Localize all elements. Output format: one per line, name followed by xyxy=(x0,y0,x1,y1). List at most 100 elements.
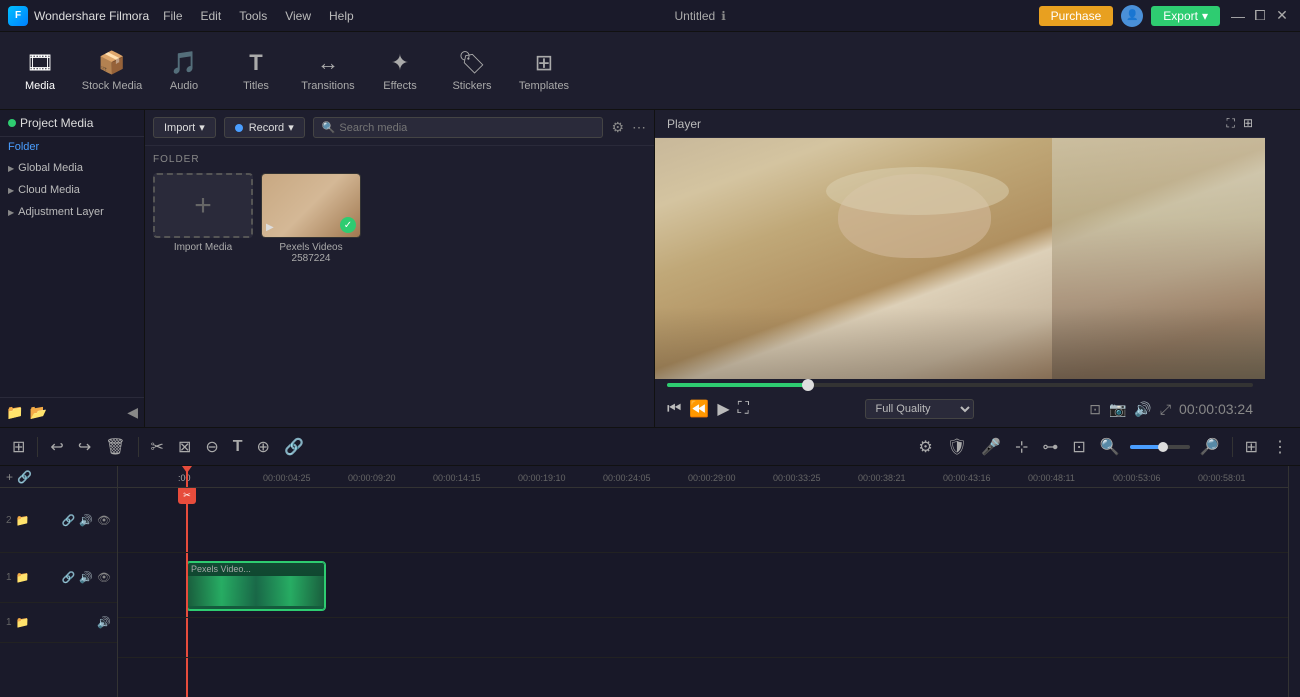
tree-adjustment-layer[interactable]: ▶ Adjustment Layer xyxy=(0,201,144,223)
tl-settings-button[interactable]: ⚙ xyxy=(914,435,936,459)
tree-cloud-media[interactable]: ▶ Cloud Media xyxy=(0,179,144,201)
zoom-slider[interactable] xyxy=(1130,445,1190,449)
ruler[interactable]: :00 00:00:04:25 00:00:09:20 00:00:14:15 … xyxy=(118,466,1288,488)
info-icon[interactable]: ℹ xyxy=(721,9,726,23)
tl-mic-button[interactable]: 🎤 xyxy=(977,435,1005,459)
tl-undo-button[interactable]: ↩ xyxy=(46,435,67,459)
track-mute2-icon[interactable]: 🔊 xyxy=(79,571,93,584)
track-eye2-icon[interactable]: 👁 xyxy=(97,571,111,584)
player-progress[interactable] xyxy=(655,379,1265,391)
tl-split-button[interactable]: ⊶ xyxy=(1038,435,1062,459)
new-folder-icon[interactable]: 📁 xyxy=(6,404,23,421)
tl-more-button[interactable]: ⋮ xyxy=(1268,435,1292,459)
clip-thumbnail-strip xyxy=(187,576,325,606)
project-media-header: Project Media xyxy=(0,110,144,137)
tl-separator xyxy=(37,437,38,457)
tl-audio-button[interactable]: ⊕ xyxy=(253,435,274,459)
skip-back-button[interactable]: ⏮ xyxy=(667,400,681,418)
tl-transform-button[interactable]: ⊖ xyxy=(201,435,222,459)
toolbar-titles[interactable]: T Titles xyxy=(220,36,292,106)
track-mute-icon[interactable]: 🔊 xyxy=(79,514,93,527)
step-back-button[interactable]: ⏪ xyxy=(689,399,709,419)
toolbar-stickers[interactable]: 🏷 Stickers xyxy=(436,36,508,106)
screenshot-icon[interactable]: 📷 xyxy=(1109,401,1126,418)
menu-help[interactable]: Help xyxy=(321,7,362,25)
search-input[interactable] xyxy=(339,122,594,134)
tl-grid-button[interactable]: ⊞ xyxy=(1241,435,1262,459)
volume-icon[interactable]: 🔊 xyxy=(1134,401,1151,418)
player-controls: ⏮ ⏪ ▶ ⛶ Full Quality Half Quality Quarte… xyxy=(655,391,1265,427)
fullscreen-icon[interactable]: ⛶ xyxy=(1227,116,1235,131)
video-media-item[interactable]: ▶ ✓ Pexels Videos 2587224 xyxy=(261,173,361,264)
import-thumb[interactable]: + xyxy=(153,173,253,238)
tl-shield-button[interactable]: 🛡 xyxy=(943,435,971,459)
import-folder-icon[interactable]: 📂 xyxy=(29,404,46,421)
settings-icon[interactable]: ⊞ xyxy=(1243,116,1253,131)
video-thumb[interactable]: ▶ ✓ xyxy=(261,173,361,238)
tl-zoom-in-button[interactable]: 🔎 xyxy=(1196,435,1224,459)
menu-file[interactable]: File xyxy=(155,7,190,25)
clip-label: Pexels Video... xyxy=(187,562,325,576)
transitions-icon: ↔ xyxy=(317,50,339,76)
zoom-thumb[interactable] xyxy=(1158,442,1168,452)
record-button[interactable]: Record ▾ xyxy=(224,117,305,138)
tl-snap-button[interactable]: ⊹ xyxy=(1011,435,1032,459)
close-button[interactable]: ✕ xyxy=(1272,6,1292,26)
toolbar-media[interactable]: 🎞 Media xyxy=(4,36,76,106)
tl-layout-button[interactable]: ⊞ xyxy=(8,435,29,459)
toolbar-audio[interactable]: 🎵 Audio xyxy=(148,36,220,106)
tl-zoom-out-button[interactable]: 🔍 xyxy=(1096,435,1124,459)
minimize-button[interactable]: — xyxy=(1228,6,1248,26)
ruler-mark-3: 00:00:14:15 xyxy=(433,473,481,483)
toolbar-transitions[interactable]: ↔ Transitions xyxy=(292,36,364,106)
tl-crop-button[interactable]: ⊠ xyxy=(174,435,195,459)
player-header: Player ⛶ ⊞ xyxy=(655,110,1265,138)
add-track-button[interactable]: + xyxy=(6,470,13,484)
toolbar-effects[interactable]: ✦ Effects xyxy=(364,36,436,106)
track-eye-icon[interactable]: 👁 xyxy=(97,514,111,527)
tl-link-button[interactable]: 🔗 xyxy=(280,435,308,459)
toolbar-stock-media[interactable]: 📦 Stock Media xyxy=(76,36,148,106)
record-dot-icon xyxy=(235,124,243,132)
pip-icon[interactable]: ⊡ xyxy=(1089,401,1101,418)
menu-edit[interactable]: Edit xyxy=(193,7,230,25)
toolbar-stock-label: Stock Media xyxy=(82,80,143,92)
purchase-button[interactable]: Purchase xyxy=(1039,6,1114,26)
tl-redo-button[interactable]: ↪ xyxy=(74,435,95,459)
cut-handle[interactable]: ✂ xyxy=(178,488,196,504)
filter-icon[interactable]: ⚙ xyxy=(611,119,624,136)
zoom-icon[interactable]: ⤢ xyxy=(1160,401,1171,418)
play-button[interactable]: ▶ xyxy=(717,399,729,419)
more-icon[interactable]: ⋯ xyxy=(632,119,646,136)
ruler-mark-4: 00:00:19:10 xyxy=(518,473,566,483)
avatar[interactable]: 👤 xyxy=(1121,5,1143,27)
search-box[interactable]: 🔍 xyxy=(313,117,604,138)
video-clip[interactable]: Pexels Video... xyxy=(186,561,326,611)
tree-global-media[interactable]: ▶ Global Media xyxy=(0,157,144,179)
menu-tools[interactable]: Tools xyxy=(231,7,275,25)
export-button[interactable]: Export ▾ xyxy=(1151,6,1220,26)
menu-view[interactable]: View xyxy=(277,7,319,25)
progress-bar[interactable] xyxy=(667,383,1253,387)
track-num-1: 1 xyxy=(6,572,12,583)
import-button[interactable]: Import ▾ xyxy=(153,117,216,138)
track-mute3-icon[interactable]: 🔊 xyxy=(97,616,111,629)
titlebar-center: Untitled ℹ xyxy=(675,9,726,23)
progress-thumb[interactable] xyxy=(802,379,814,391)
toolbar-templates[interactable]: ⊞ Templates xyxy=(508,36,580,106)
maximize-button[interactable]: ⧠ xyxy=(1250,6,1270,26)
track-link-icon[interactable]: 🔗 xyxy=(62,514,76,527)
quality-select[interactable]: Full Quality Half Quality Quarter Qualit… xyxy=(865,399,974,419)
fullscreen-button[interactable]: ⛶ xyxy=(738,400,749,418)
track-link2-icon[interactable]: 🔗 xyxy=(62,571,76,584)
collapse-panel-icon[interactable]: ◀ xyxy=(127,404,138,421)
link-tracks-button[interactable]: 🔗 xyxy=(17,470,32,484)
import-media-item[interactable]: + Import Media xyxy=(153,173,253,264)
tl-delete-button[interactable]: 🗑 xyxy=(101,435,129,459)
tl-text-button[interactable]: T xyxy=(229,436,247,458)
left-panel-footer: 📁 📂 ◀ xyxy=(0,397,144,427)
tl-cut-button[interactable]: ✂ xyxy=(147,435,168,459)
tl-motion-button[interactable]: ⊡ xyxy=(1068,435,1089,459)
folder-button[interactable]: Folder xyxy=(0,137,144,157)
timeline-scrollbar[interactable] xyxy=(1288,466,1300,697)
